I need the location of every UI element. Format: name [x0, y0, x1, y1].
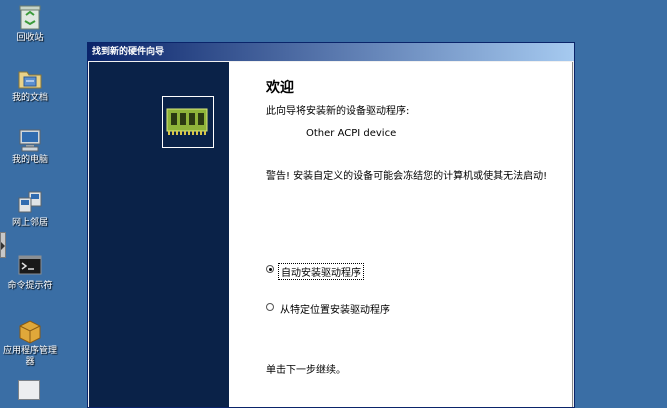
- application-manager-icon: [19, 320, 41, 344]
- desktop-icon-my-computer[interactable]: 我的电脑: [0, 127, 60, 166]
- wizard-graphic: [162, 96, 214, 148]
- window-title[interactable]: 找到新的硬件向导: [88, 43, 574, 61]
- desktop-icon-label: 命令提示符: [7, 281, 53, 291]
- desktop-icon-label: 我的文档: [11, 93, 48, 103]
- page-heading: 欢迎: [266, 80, 294, 96]
- radio-specific-location[interactable]: [266, 303, 274, 311]
- partial-desktop-icon[interactable]: [18, 380, 40, 400]
- desktop-icon-label: 我的电脑: [11, 155, 48, 165]
- hardware-card-icon: [163, 97, 213, 147]
- device-name: Other ACPI device: [306, 128, 397, 139]
- desktop-icon-recycle-bin[interactable]: 回收站: [0, 3, 60, 44]
- warning-text: 警告! 安装自定义的设备可能会冻结您的计算机或使其无法启动!: [266, 171, 548, 182]
- network-places-icon: [18, 191, 42, 213]
- wizard-sidebar: [89, 62, 229, 407]
- my-computer-icon: [19, 129, 41, 152]
- desktop-icon-command-prompt[interactable]: 命令提示符: [0, 253, 60, 292]
- option-specific-location-label: 从特定位置安装驱动程序: [280, 305, 390, 316]
- desktop-icon-label: 回收站: [16, 33, 44, 43]
- radio-auto-install[interactable]: [266, 265, 274, 273]
- desktop-icon-label: 应用程序管理器: [2, 346, 57, 367]
- desktop-icon-network-places[interactable]: 网上邻居: [0, 190, 60, 229]
- recycle-bin-icon: [19, 5, 41, 30]
- desktop-icon-my-documents[interactable]: 我的文档: [0, 65, 60, 104]
- hardware-wizard-window: 找到新的硬件向导 欢迎 此向导将安装新的设备驱动程序: Other ACPI d…: [87, 42, 575, 408]
- side-panel-handle[interactable]: [0, 232, 6, 258]
- option-auto-install-label: 自动安装驱动程序: [278, 263, 364, 280]
- my-documents-icon: [18, 71, 42, 89]
- continue-hint: 单击下一步继续。: [266, 365, 346, 376]
- command-prompt-icon: [18, 255, 42, 275]
- wizard-content: 欢迎 此向导将安装新的设备驱动程序: Other ACPI device 警告!…: [229, 62, 573, 407]
- desktop-icon-label: 网上邻居: [11, 218, 48, 228]
- desktop-icon-application-manager[interactable]: 应用程序管理器: [0, 318, 60, 368]
- intro-text: 此向导将安装新的设备驱动程序:: [266, 106, 410, 117]
